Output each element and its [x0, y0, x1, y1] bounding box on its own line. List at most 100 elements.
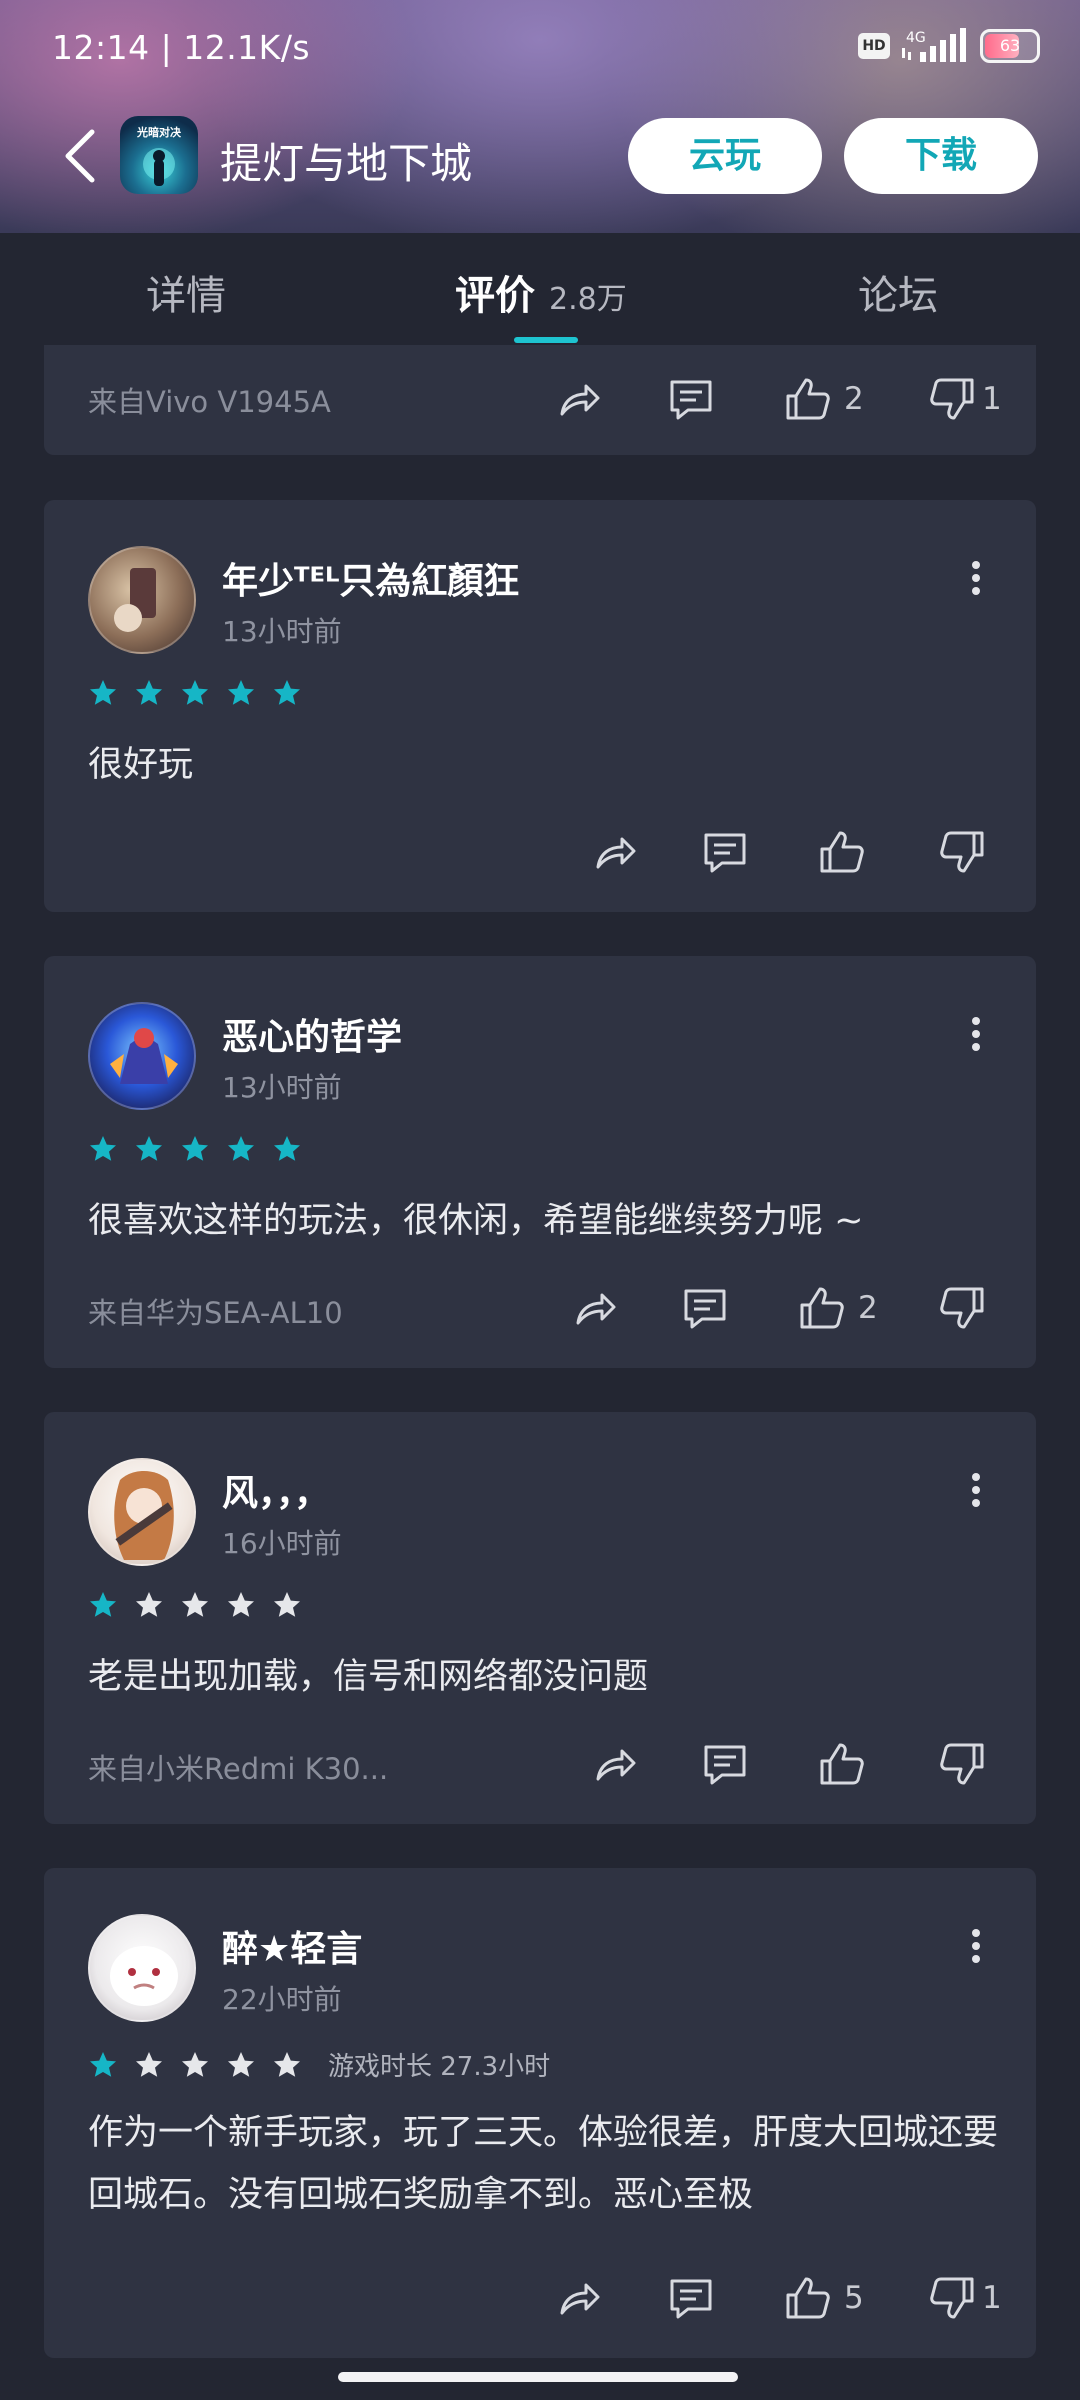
more-options-button[interactable] [968, 1468, 984, 1518]
comment-icon [704, 1745, 746, 1785]
share-icon [560, 2283, 600, 2315]
like-count: 2 [844, 381, 864, 417]
status-time: 12:14 | 12.1K/s [52, 28, 311, 67]
star-filled-icon [228, 1136, 254, 1161]
app-icon: 光暗对决 [120, 116, 198, 194]
avatar[interactable] [88, 546, 196, 654]
review-time: 13小时前 [222, 615, 342, 648]
star-filled-icon [274, 680, 300, 705]
star-filled-icon [90, 1592, 116, 1617]
thumbs-down-icon [940, 1743, 984, 1785]
review-card: 来自Vivo V1945A 2 1 [44, 345, 1036, 455]
dislike-button[interactable] [938, 822, 988, 882]
review-actions [44, 1734, 1036, 1794]
avatar[interactable] [88, 1458, 196, 1566]
review-text: 很喜欢这样的玩法，很休闲，希望能继续努力呢 ~ [88, 1201, 864, 1241]
comment-icon [670, 380, 712, 420]
star-filled-icon [182, 1136, 208, 1161]
star-empty-icon [228, 2051, 254, 2077]
review-actions: 2 1 [44, 369, 1036, 429]
share-icon [576, 1293, 616, 1325]
like-button[interactable]: 2 [782, 369, 864, 429]
share-icon [596, 837, 636, 869]
review-time: 13小时前 [222, 1071, 342, 1104]
download-button[interactable]: 下载 [844, 118, 1038, 194]
review-text: 作为一个新手玩家，玩了三天。体验很差，肝度大回城还要回城石。没有回城石奖励拿不到… [88, 2113, 999, 2215]
more-options-button[interactable] [968, 1012, 984, 1062]
share-button[interactable] [554, 2268, 604, 2328]
like-button[interactable] [816, 822, 866, 882]
comment-button[interactable] [666, 369, 716, 429]
star-empty-icon [228, 1592, 254, 1617]
share-icon [560, 384, 600, 416]
dislike-button[interactable]: 1 [928, 369, 1002, 429]
share-button[interactable] [554, 369, 604, 429]
thumbs-up-icon [786, 378, 830, 420]
comment-button[interactable] [700, 822, 750, 882]
star-rating: 游戏时长 27.3小时 [88, 2046, 550, 2083]
tab-bar: 详情 评价 2.8万 论坛 [0, 233, 1080, 345]
tab-reviews-count: 2.8万 [549, 282, 627, 317]
star-rating [88, 678, 302, 708]
dislike-button[interactable] [938, 1734, 988, 1794]
cloud-play-button[interactable]: 云玩 [628, 118, 822, 194]
review-username[interactable]: 年少ᵀᴱᴸ只為紅顏狂 [222, 552, 519, 604]
review-card: 醉★轻言 22小时前 游戏时长 27.3小时 作为一个新手玩家，玩了三天。体验很… [44, 1868, 1036, 2358]
star-empty-icon [136, 1592, 162, 1617]
thumbs-down-icon [940, 1287, 984, 1329]
share-button[interactable] [590, 822, 640, 882]
star-empty-icon [182, 1592, 208, 1617]
star-filled-icon [182, 680, 208, 705]
play-time: 游戏时长 27.3小时 [328, 2052, 551, 2082]
dislike-button[interactable] [938, 1278, 988, 1338]
hd-icon: HD [858, 33, 890, 59]
avatar[interactable] [88, 1002, 196, 1110]
battery-level: 63 [999, 36, 1021, 55]
thumbs-up-icon [800, 1287, 844, 1329]
review-card: 风，，， 16小时前 老是出现加载，信号和网络都没问题 来自小米Redmi K3… [44, 1412, 1036, 1824]
star-filled-icon [90, 680, 116, 705]
comment-button[interactable] [666, 2268, 716, 2328]
like-button[interactable] [816, 1734, 866, 1794]
home-indicator[interactable] [338, 2372, 738, 2382]
back-button[interactable] [60, 128, 108, 188]
tab-forum[interactable]: 论坛 [858, 263, 938, 321]
like-button[interactable]: 2 [796, 1278, 878, 1338]
more-options-button[interactable] [968, 1924, 984, 1974]
header: 12:14 | 12.1K/s HD 4G 63 光暗对决 提灯与地下城 云玩 … [0, 0, 1080, 233]
star-filled-icon [228, 680, 254, 705]
comment-button[interactable] [700, 1734, 750, 1794]
dislike-button[interactable]: 1 [928, 2268, 1002, 2328]
network-label: 4G [906, 30, 926, 46]
tab-details[interactable]: 详情 [146, 263, 226, 321]
thumbs-up-icon [820, 831, 864, 873]
review-username[interactable]: 风，，， [222, 1464, 330, 1516]
review-actions [44, 822, 1036, 882]
review-username[interactable]: 醉★轻言 [222, 1920, 362, 1972]
star-filled-icon [274, 1136, 300, 1161]
status-bar: 12:14 | 12.1K/s HD 4G 63 [0, 0, 1080, 96]
like-button[interactable]: 5 [782, 2268, 864, 2328]
comment-button[interactable] [680, 1278, 730, 1338]
star-rating [88, 1134, 302, 1164]
review-card: 恶心的哲学 13小时前 很喜欢这样的玩法，很休闲，希望能继续努力呢 ~ 来自华为… [44, 956, 1036, 1368]
share-icon [596, 1749, 636, 1781]
signal-icon: 4G [900, 26, 970, 66]
thumbs-down-icon [940, 831, 984, 873]
review-text: 老是出现加载，信号和网络都没问题 [88, 1657, 649, 1697]
tab-reviews[interactable]: 评价 2.8万 [455, 263, 627, 321]
tab-reviews-label: 评价 [455, 273, 535, 319]
star-empty-icon [274, 1592, 300, 1617]
chevron-left-icon [65, 129, 95, 183]
more-options-button[interactable] [968, 556, 984, 606]
review-text: 很好玩 [88, 745, 194, 785]
star-empty-icon [274, 2051, 300, 2077]
star-filled-icon [90, 1136, 116, 1161]
like-count: 2 [858, 1290, 878, 1326]
review-username[interactable]: 恶心的哲学 [222, 1008, 402, 1060]
avatar[interactable] [88, 1914, 196, 2022]
share-button[interactable] [590, 1734, 640, 1794]
star-empty-icon [182, 2051, 208, 2077]
share-button[interactable] [570, 1278, 620, 1338]
review-card: 年少ᵀᴱᴸ只為紅顏狂 13小时前 很好玩 [44, 500, 1036, 912]
